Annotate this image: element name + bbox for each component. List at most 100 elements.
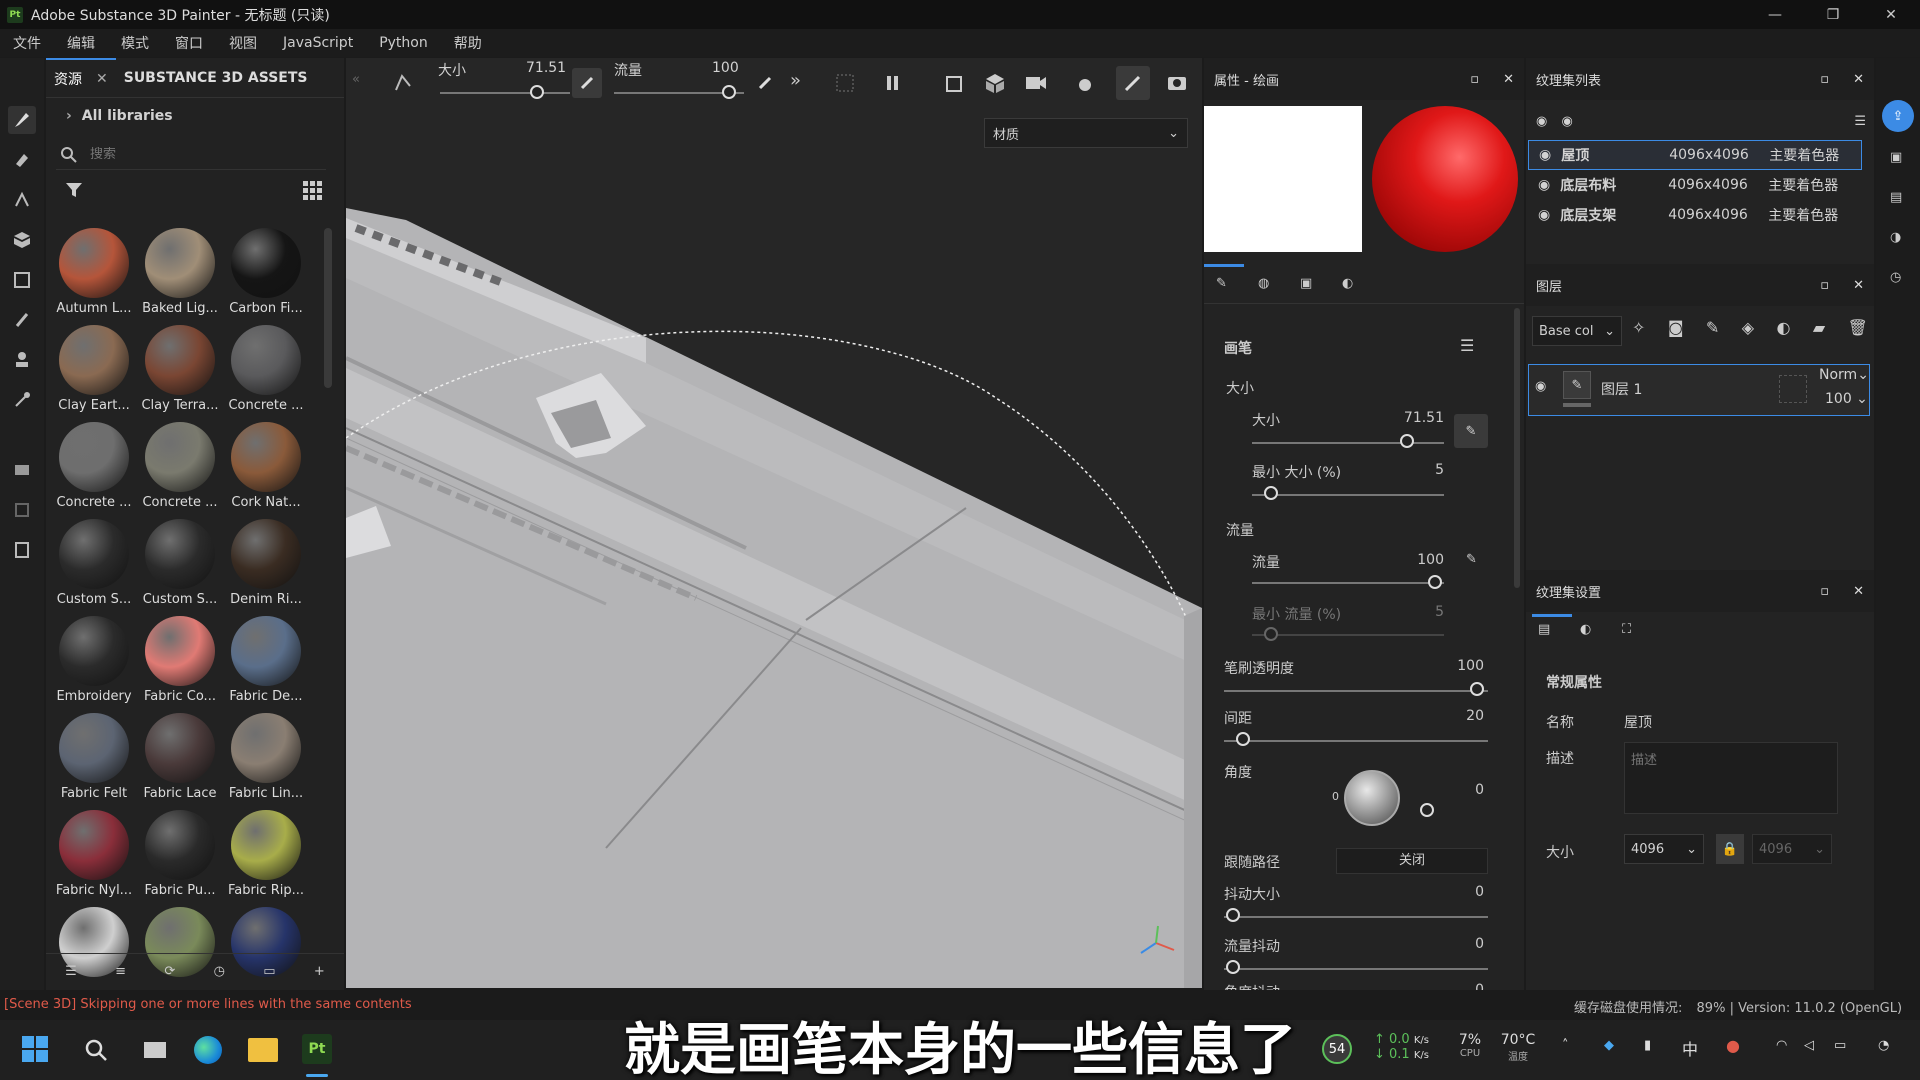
minimize-button[interactable]: — [1746,0,1804,29]
close-tab-icon[interactable]: ✕ [96,71,108,87]
asset-item[interactable]: Cork Nat... [226,422,306,518]
close-panel-icon[interactable]: ✕ [1853,584,1864,599]
filter-icon[interactable] [64,180,84,200]
bake-icon[interactable] [8,456,36,484]
menu-window[interactable]: 窗口 [175,33,203,53]
collapse-left-icon[interactable]: « [352,72,360,87]
asset-item[interactable]: Custom S... [54,519,134,615]
flow-slider[interactable] [1252,582,1444,584]
menu-help[interactable]: 帮助 [454,33,482,53]
close-panel-icon[interactable]: ✕ [1503,72,1514,87]
menu-mode[interactable]: 模式 [121,33,149,53]
eraser-icon[interactable] [8,146,36,174]
size-slider[interactable] [1252,442,1444,444]
tree-view-icon[interactable]: ≡ [115,964,126,979]
tab-assets[interactable]: 资源 ✕ [46,57,116,98]
asset-item[interactable]: Autumn L... [54,228,134,324]
lights-icon[interactable] [1074,72,1096,94]
tab-stencil-icon[interactable]: ▣ [1300,276,1312,291]
asset-item[interactable]: Fabric Lin... [226,713,306,809]
assets-scrollbar[interactable] [324,228,332,388]
menu-view[interactable]: 视图 [229,33,257,53]
asset-item[interactable]: Fabric Nyl... [54,810,134,906]
smudge-icon[interactable] [8,306,36,334]
description-field[interactable] [1624,742,1838,814]
jitter-size-slider[interactable] [1224,916,1488,918]
measure-icon[interactable] [8,496,36,524]
texture-set-row[interactable]: ◉ 屋顶 4096x4096 主要着色器 [1528,140,1862,170]
asset-item[interactable]: Fabric Lace [140,713,220,809]
geometry-fill-icon[interactable] [8,226,36,254]
hide-icon[interactable] [834,72,856,94]
menu-python[interactable]: Python [379,35,428,51]
add-fill-layer-icon[interactable]: ◈ [1742,318,1754,337]
pen-pressure-flow-icon[interactable] [758,76,772,90]
asset-item[interactable]: Clay Terra... [140,325,220,421]
close-button[interactable]: ✕ [1862,0,1920,29]
asset-item[interactable]: Fabric Co... [140,616,220,712]
close-panel-icon[interactable]: ✕ [1853,278,1864,293]
projection-icon[interactable] [8,186,36,214]
asset-item[interactable]: Fabric Rip... [226,810,306,906]
eye-icon[interactable]: ◉ [1535,379,1546,394]
size-pressure-button[interactable]: ✎ [1454,414,1488,448]
flow-jitter-knob[interactable] [1226,960,1240,974]
opacity-slider-knob[interactable] [1470,682,1484,696]
camera-view-icon[interactable] [944,72,966,94]
add-icon[interactable]: + [314,964,325,979]
properties-scrollbar[interactable] [1514,308,1520,588]
eye-icon[interactable]: ◉ [1538,207,1550,223]
camera-settings-icon[interactable]: ▣ [1890,150,1902,165]
spacing-slider-knob[interactable] [1236,732,1250,746]
eye-icon[interactable]: ◉ [1538,177,1550,193]
menu-edit[interactable]: 编辑 [67,33,95,53]
material-dropdown[interactable]: 材质 ⌄ [984,118,1188,148]
tab-brush-icon[interactable]: ✎ [1216,276,1227,291]
add-paint-layer-icon[interactable]: ✎ [1706,318,1719,337]
toolbar-size-knob[interactable] [530,85,544,99]
add-mask-icon[interactable]: ◙ [1668,318,1684,337]
min-size-knob[interactable] [1264,486,1278,500]
list-menu-icon[interactable]: ☰ [1854,114,1866,129]
blend-mode[interactable]: Norm⌄ [1819,367,1869,383]
layer-row[interactable]: ◉ ✎ 图层 1 Norm⌄ 100 ⌄ [1528,364,1870,416]
tab-settings-icon[interactable]: ▤ [1538,622,1550,637]
follow-path-toggle[interactable]: 关闭 [1336,848,1488,874]
texture-set-row[interactable]: ◉ 底层支架 4096x4096 主要着色器 [1528,200,1862,230]
asset-item[interactable]: Fabric Pu... [140,810,220,906]
display-settings-icon[interactable]: ◑ [1890,230,1901,245]
screenshot-icon[interactable] [1166,72,1188,92]
breadcrumb[interactable]: › All libraries [66,108,173,124]
asset-item[interactable]: Concrete ... [226,325,306,421]
more-tools-icon[interactable]: » [790,70,801,91]
menu-file[interactable]: 文件 [13,33,41,53]
history-icon[interactable]: ◷ [1890,270,1901,285]
layer-opacity[interactable]: 100 ⌄ [1825,391,1868,407]
add-folder-icon[interactable]: ▰ [1813,318,1825,337]
polygon-fill-icon[interactable] [8,266,36,294]
flow-jitter-slider[interactable] [1224,968,1488,970]
min-size-slider[interactable] [1252,494,1444,496]
pressure-size-button[interactable] [572,68,602,98]
opacity-slider[interactable] [1224,690,1488,692]
cube-view-icon[interactable] [984,72,1006,94]
grid-view-icon[interactable] [302,180,322,200]
flow-slider-knob[interactable] [1428,575,1442,589]
asset-item[interactable]: Baked Lig... [140,228,220,324]
spacing-slider[interactable] [1224,740,1488,742]
tab-material-icon[interactable]: ◐ [1342,276,1353,291]
close-panel-icon[interactable]: ✕ [1853,72,1864,87]
folder-icon[interactable]: ▭ [263,964,275,979]
size-slider-knob[interactable] [1400,434,1414,448]
tab-substance-assets[interactable]: SUBSTANCE 3D ASSETS [116,58,316,98]
toolbar-flow-knob[interactable] [722,85,736,99]
log-icon[interactable]: ▤ [1890,190,1902,205]
color-picker-icon[interactable] [8,386,36,414]
eye-icon[interactable]: ◉ [1539,147,1551,163]
tab-uv-icon[interactable]: ⛶ [1622,622,1631,637]
history-icon[interactable]: ◷ [214,964,225,979]
tab-alpha-icon[interactable]: ◍ [1258,276,1269,291]
flow-pressure-icon[interactable]: ✎ [1466,552,1477,567]
angle-slider-knob[interactable] [1420,803,1434,817]
asset-item[interactable]: Concrete ... [140,422,220,518]
